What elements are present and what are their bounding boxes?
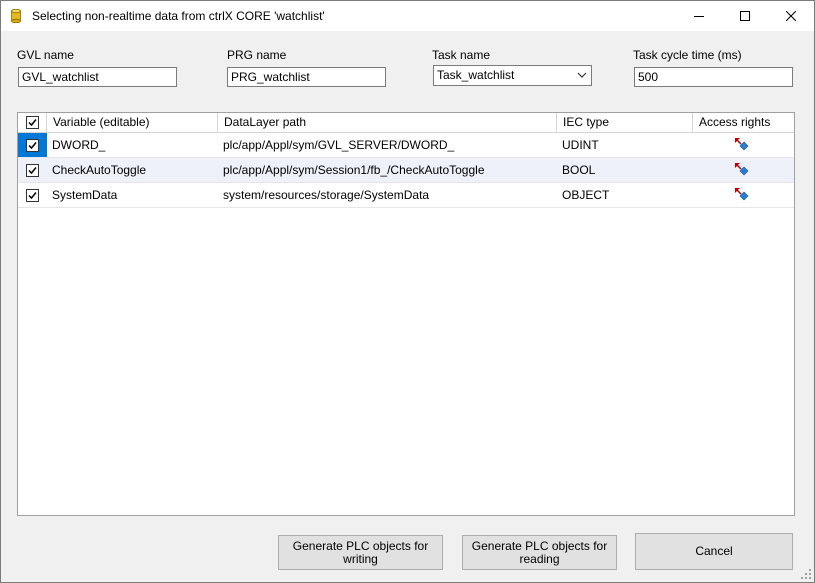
dialog-window: Selecting non-realtime data from ctrlX C… xyxy=(0,0,815,583)
row-checkbox[interactable] xyxy=(26,189,39,202)
cell-iec-type: OBJECT xyxy=(562,188,610,202)
minimize-button[interactable] xyxy=(676,1,722,31)
maximize-icon xyxy=(740,11,750,21)
checkmark-icon xyxy=(28,119,37,127)
cell-variable[interactable]: SystemData xyxy=(52,183,214,207)
task-name-select[interactable]: Task_watchlist xyxy=(433,65,592,86)
cell-datalayer-path: plc/app/Appl/sym/GVL_SERVER/DWORD_ xyxy=(223,138,455,152)
generate-write-button[interactable]: Generate PLC objects for writing xyxy=(278,535,443,570)
maximize-button[interactable] xyxy=(722,1,768,31)
header-datalayer-path[interactable]: DataLayer path xyxy=(218,113,557,133)
gvl-name-label: GVL name xyxy=(17,48,74,62)
title-bar[interactable]: Selecting non-realtime data from ctrlX C… xyxy=(1,1,814,31)
cell-iec-type: UDINT xyxy=(562,138,599,152)
database-icon xyxy=(11,9,21,23)
task-name-value: Task_watchlist xyxy=(437,68,515,82)
prg-name-input[interactable] xyxy=(227,67,386,87)
checkmark-icon xyxy=(28,192,37,200)
gvl-name-input[interactable] xyxy=(18,67,177,87)
cancel-button[interactable]: Cancel xyxy=(635,533,793,570)
close-icon xyxy=(786,11,796,21)
cell-variable[interactable]: DWORD_ xyxy=(52,133,214,157)
cell-variable[interactable]: CheckAutoToggle xyxy=(52,158,214,182)
read-write-icon xyxy=(735,188,749,201)
table-row[interactable]: DWORD_ plc/app/Appl/sym/GVL_SERVER/DWORD… xyxy=(18,133,794,158)
header-access-rights[interactable]: Access rights xyxy=(693,113,794,133)
prg-name-label: PRG name xyxy=(227,48,287,62)
task-cycle-input[interactable] xyxy=(634,67,793,87)
cell-datalayer-path: system/resources/storage/SystemData xyxy=(223,188,430,202)
header-iec-type[interactable]: IEC type xyxy=(557,113,693,133)
cell-datalayer-path: plc/app/Appl/sym/Session1/fb_/CheckAutoT… xyxy=(223,163,485,177)
task-name-label: Task name xyxy=(432,48,491,62)
read-write-icon xyxy=(735,138,749,151)
table-row[interactable]: CheckAutoToggle plc/app/Appl/sym/Session… xyxy=(18,158,794,183)
grid-header: Variable (editable) DataLayer path IEC t… xyxy=(18,113,794,133)
minimize-icon xyxy=(694,16,704,17)
row-checkbox[interactable] xyxy=(26,164,39,177)
chevron-down-icon xyxy=(577,72,587,78)
task-cycle-label: Task cycle time (ms) xyxy=(633,48,742,62)
checkmark-icon xyxy=(28,167,37,175)
window-title: Selecting non-realtime data from ctrlX C… xyxy=(32,9,325,23)
resize-grip-icon[interactable] xyxy=(801,569,811,579)
generate-read-button[interactable]: Generate PLC objects for reading xyxy=(462,535,617,570)
row-checkbox[interactable] xyxy=(26,139,39,152)
table-row[interactable]: SystemData system/resources/storage/Syst… xyxy=(18,183,794,208)
header-variable[interactable]: Variable (editable) xyxy=(47,113,218,133)
close-button[interactable] xyxy=(768,1,814,31)
select-all-checkbox[interactable] xyxy=(26,116,39,129)
read-write-icon xyxy=(735,163,749,176)
cell-iec-type: BOOL xyxy=(562,163,596,177)
checkmark-icon xyxy=(28,142,37,150)
select-all-header[interactable] xyxy=(18,113,47,133)
variable-grid[interactable]: Variable (editable) DataLayer path IEC t… xyxy=(17,112,795,516)
